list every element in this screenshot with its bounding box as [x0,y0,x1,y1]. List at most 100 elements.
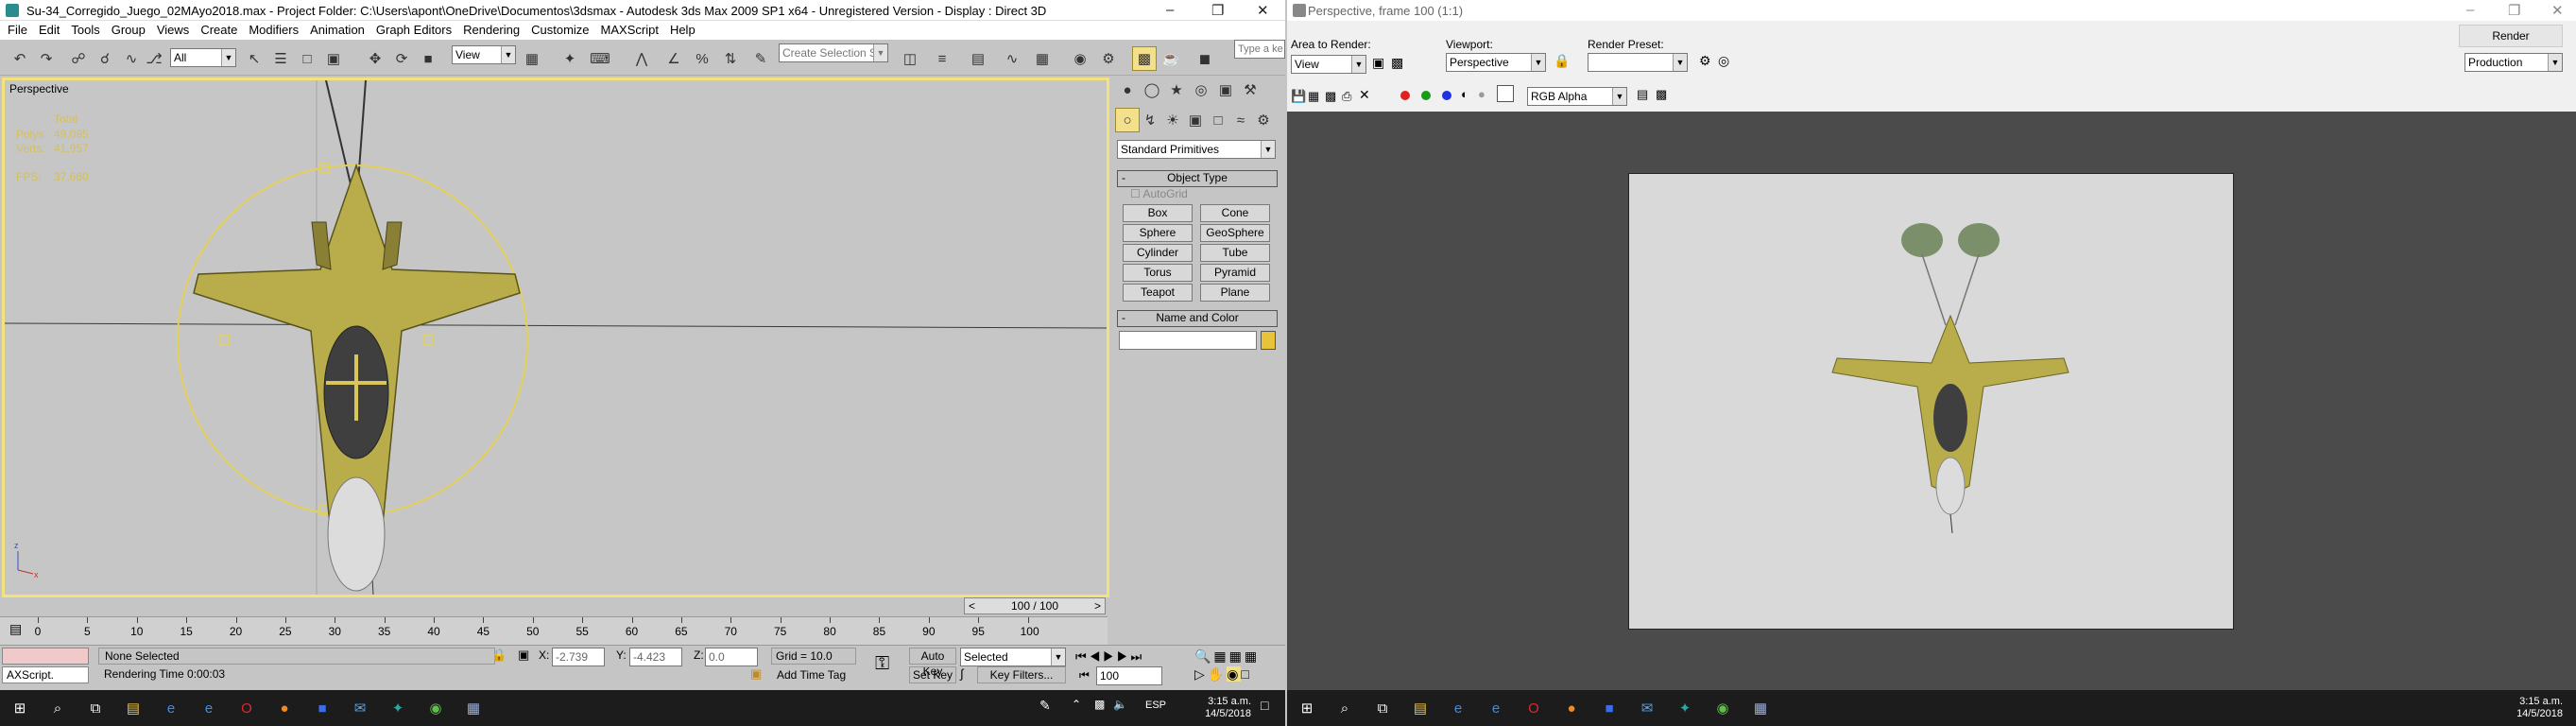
reference-coordinate-dropdown[interactable]: View ▼ [452,45,516,64]
opera-icon[interactable]: O [1523,698,1544,718]
object-name-field[interactable] [1119,331,1257,350]
maxscript-listener[interactable]: AXScript. [2,666,89,683]
menu-views[interactable]: Views [157,21,189,40]
mini-curve-editor-icon[interactable]: ▤ [9,621,22,637]
render-setup-icon[interactable]: ⚙ [1096,46,1121,71]
lock-selection-icon[interactable]: 🔒 [491,648,507,663]
close-icon[interactable]: ✕ [2551,2,2564,19]
tray-chevron-icon[interactable]: ⌃ [1072,698,1081,711]
curve-editor-icon[interactable]: ∿ [1000,46,1024,71]
display-tab-icon[interactable]: ▣ [1213,78,1238,102]
language-indicator[interactable]: ESP [1145,700,1166,711]
rotate-icon[interactable]: ⟳ [389,46,414,71]
volume-icon[interactable]: 🔈 [1113,698,1127,711]
render-setup-icon[interactable]: ⚙ [1699,53,1711,69]
firefox-icon[interactable]: ● [1561,698,1582,718]
lights-icon[interactable]: ☀ [1160,108,1185,132]
perspective-viewport[interactable]: Perspective Total Polys: 49,085 Verts: 4… [2,78,1109,597]
environment-effects-icon[interactable]: ◎ [1718,53,1729,69]
helpers-icon[interactable]: □ [1206,108,1230,132]
track-bar[interactable]: ▤ 0 5 10 15 20 25 30 35 40 45 50 55 60 65 70 75 80 85 90 95… [0,616,1108,645]
network-icon[interactable]: ▩ [1094,698,1105,711]
current-frame-field[interactable]: 100 [1096,666,1162,685]
primitive-category-dropdown[interactable]: Standard Primitives ▼ [1117,140,1276,159]
scale-icon[interactable]: ■ [416,46,440,71]
minimize-icon[interactable]: – [2466,2,2474,18]
menu-file[interactable]: File [8,21,27,40]
render-button[interactable]: Render [2459,25,2563,47]
menu-rendering[interactable]: Rendering [463,21,520,40]
clock-right[interactable]: 3:15 a.m. 14/5/2018 [2487,696,2563,720]
menu-edit[interactable]: Edit [39,21,60,40]
selection-filter-dropdown[interactable]: All ▼ [170,48,236,67]
clear-image-icon[interactable]: ✕ [1359,87,1370,103]
restore-icon[interactable]: ❐ [2508,2,2520,19]
app2-icon[interactable]: ▦ [1750,698,1771,718]
x-coordinate-field[interactable]: -2.739 [552,648,605,666]
auto-region-icon[interactable]: ▩ [1391,55,1403,71]
background-color-swatch[interactable] [1497,85,1514,102]
plane-button[interactable]: Plane [1200,284,1270,302]
select-link-icon[interactable]: ☍ [66,46,91,71]
key-filter-icon[interactable]: ∫ [960,666,964,681]
sphere-button[interactable]: Sphere [1123,224,1193,242]
time-config-icon[interactable]: ⏮ [1079,668,1090,683]
viewport-dropdown[interactable]: Perspective ▼ [1446,53,1546,72]
keyboard-shortcut-icon[interactable]: ⌨ [588,46,612,71]
app-icon[interactable]: ■ [312,698,333,718]
bind-space-warp-icon[interactable]: ∿ [119,46,144,71]
align-icon[interactable]: ≡ [930,46,954,71]
render-preset-dropdown[interactable]: ▼ [1588,53,1688,72]
rendered-frame-window-icon[interactable]: ▩ [1132,46,1157,71]
menu-group[interactable]: Group [112,21,146,40]
menu-customize[interactable]: Customize [531,21,589,40]
motion-tab-icon[interactable]: ◎ [1189,78,1213,102]
box-button[interactable]: Box [1123,204,1193,222]
select-manipulate-icon[interactable]: ✦ [558,46,582,71]
spinner-snap-icon[interactable]: ⇅ [718,46,743,71]
chrome-icon[interactable]: ◉ [425,698,446,718]
mail-icon[interactable]: ✉ [1637,698,1657,718]
task-view-icon[interactable]: ⧉ [1372,698,1393,718]
task-view-icon[interactable]: ⧉ [85,698,106,718]
teapot-button[interactable]: Teapot [1123,284,1193,302]
name-color-rollout[interactable]: - Name and Color [1117,310,1278,327]
mirror-icon[interactable]: ◫ [898,46,922,71]
space-warps-icon[interactable]: ≈ [1228,108,1253,132]
named-selection-dropdown[interactable]: Create Selection Se ▼ [779,43,888,62]
clone-window-icon[interactable]: ▩ [1325,89,1336,104]
select-by-name-icon[interactable]: ☰ [268,46,293,71]
auto-key-button[interactable]: Auto Key [909,648,956,678]
ie-icon[interactable]: e [1485,698,1506,718]
display-toggle-icon[interactable]: ▤ [1637,87,1648,102]
torus-button[interactable]: Torus [1123,264,1193,282]
menu-maxscript[interactable]: MAXScript [601,21,659,40]
quick-render-icon[interactable]: ☕ [1159,46,1183,71]
viewport-navigation-controls[interactable]: 🔍▦▦▦ ▷✋◉□ [1194,648,1283,685]
save-image-icon[interactable]: 💾 [1291,89,1306,104]
menu-graph-editors[interactable]: Graph Editors [376,21,452,40]
geosphere-button[interactable]: GeoSphere [1200,224,1270,242]
material-editor-icon[interactable]: ◉ [1068,46,1092,71]
production-dropdown[interactable]: Production ▼ [2464,53,2563,72]
geometry-icon[interactable]: ○ [1115,108,1140,132]
notifications-icon[interactable]: □ [1261,698,1268,713]
cylinder-button[interactable]: Cylinder [1123,244,1193,262]
green-channel-icon[interactable] [1421,90,1431,103]
frame-counter[interactable]: <100 / 100 > [964,597,1106,614]
channel-display-dropdown[interactable]: RGB Alpha ▼ [1527,87,1627,106]
utilities-tab-icon[interactable]: ⚒ [1238,78,1262,102]
set-key-button[interactable]: Set Key [909,666,956,683]
render-production-icon[interactable]: ◼ [1193,46,1217,71]
move-icon[interactable]: ✥ [363,46,387,71]
pyramid-button[interactable]: Pyramid [1200,264,1270,282]
shapes-icon[interactable]: ↯ [1138,108,1162,132]
display-toggle-icon-2[interactable]: ▩ [1656,87,1667,102]
3dsmax-icon[interactable]: ✦ [387,698,408,718]
absolute-mode-icon[interactable]: ▣ [518,648,529,663]
file-explorer-icon[interactable]: ▤ [123,698,144,718]
y-coordinate-field[interactable]: -4.423 [629,648,682,666]
opera-icon[interactable]: O [236,698,257,718]
blue-channel-icon[interactable] [1442,90,1451,103]
render-canvas[interactable] [1287,112,2576,690]
